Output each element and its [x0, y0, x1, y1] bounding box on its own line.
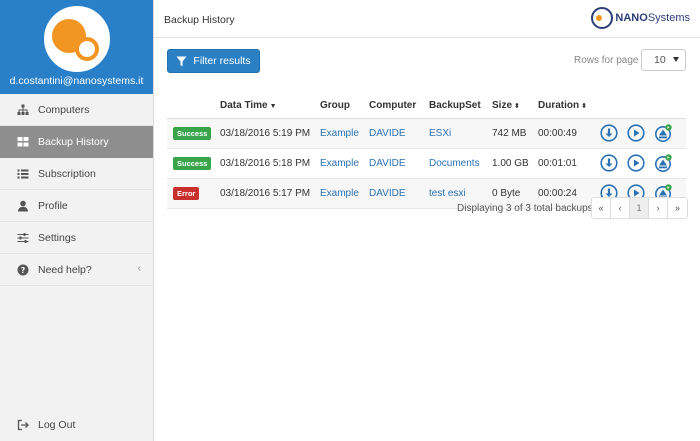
- rows-per-page-select[interactable]: 10: [641, 49, 686, 71]
- table-row: Success 03/18/2016 5:19 PM Example DAVID…: [167, 118, 686, 149]
- profile-panel: d.costantini@nanosystems.it: [0, 0, 153, 94]
- download-icon[interactable]: [600, 154, 618, 172]
- cell-backupset-link[interactable]: ESXi: [429, 118, 492, 149]
- download-icon[interactable]: [600, 124, 618, 142]
- play-icon[interactable]: [627, 154, 645, 172]
- brand-logo: NANO Systems: [591, 7, 690, 29]
- sidebar-item-label: Need help?: [38, 263, 92, 276]
- sign-out-icon: [17, 419, 29, 431]
- sidebar-item-label: Backup History: [38, 135, 109, 148]
- sidebar-item-label: Computers: [38, 103, 90, 116]
- page-current-button[interactable]: 1: [630, 198, 649, 218]
- logout-label: Log Out: [38, 419, 76, 431]
- svg-text:?: ?: [21, 266, 26, 275]
- cell-computer-link[interactable]: DAVIDE: [369, 148, 429, 179]
- column-header-backupset: BackupSet: [429, 96, 492, 119]
- filter-results-label: Filter results: [193, 55, 251, 67]
- sliders-icon: [17, 232, 29, 244]
- sidebar-item-profile[interactable]: Profile: [0, 190, 153, 222]
- question-icon: ?: [17, 264, 29, 276]
- sort-icon: ⬍: [581, 103, 587, 111]
- cell-size: 742 MB: [492, 118, 538, 149]
- page-first-button[interactable]: «: [592, 198, 611, 218]
- column-header-group: Group: [320, 96, 369, 119]
- sidebar-item-need-help[interactable]: ? Need help? ‹: [0, 254, 153, 286]
- cell-group-link[interactable]: Example: [320, 118, 369, 149]
- page-next-button[interactable]: ›: [649, 198, 668, 218]
- pagination: « ‹ 1 › »: [591, 197, 688, 219]
- sitemap-icon: [17, 104, 29, 116]
- backup-history-table: Data Time ▼ Group Computer BackupSet Size…: [167, 96, 686, 209]
- cell-backupset-link[interactable]: Documents: [429, 148, 492, 179]
- column-header-data-time[interactable]: Data Time ▼: [220, 96, 320, 119]
- sidebar: d.costantini@nanosystems.it Computers Ba…: [0, 0, 154, 441]
- column-header-status: [167, 96, 220, 119]
- restore-icon[interactable]: [654, 154, 672, 172]
- sort-desc-icon: ▼: [269, 103, 277, 111]
- restore-icon[interactable]: [654, 124, 672, 142]
- display-count-text: Displaying 3 of 3 total backups: [457, 203, 593, 214]
- cell-computer-link[interactable]: DAVIDE: [369, 178, 429, 209]
- cell-duration: 00:01:01: [538, 148, 600, 179]
- chevron-left-icon: ‹: [137, 263, 141, 274]
- cell-duration: 00:00:49: [538, 118, 600, 149]
- rows-per-page-value: 10: [654, 54, 666, 66]
- cell-datetime: 03/18/2016 5:17 PM: [220, 178, 320, 209]
- logo-mark-icon: [591, 7, 614, 29]
- rows-per-page-label: Rows for page: [574, 55, 639, 66]
- grid-icon: [17, 136, 29, 148]
- sidebar-item-label: Subscription: [38, 167, 96, 180]
- cell-datetime: 03/18/2016 5:19 PM: [220, 118, 320, 149]
- play-icon[interactable]: [627, 124, 645, 142]
- user-icon: [17, 200, 29, 212]
- sidebar-nav: Computers Backup History Subscription Pr…: [0, 94, 153, 286]
- status-badge: Success: [173, 126, 212, 140]
- caret-down-icon: [673, 57, 679, 62]
- cell-group-link[interactable]: Example: [320, 148, 369, 179]
- cell-size: 1.00 GB: [492, 148, 538, 179]
- column-header-actions: [600, 96, 686, 119]
- table-row: Success 03/18/2016 5:18 PM Example DAVID…: [167, 148, 686, 179]
- cell-group-link[interactable]: Example: [320, 178, 369, 209]
- sidebar-item-computers[interactable]: Computers: [0, 94, 153, 126]
- column-header-duration[interactable]: Duration ⬍: [538, 96, 600, 119]
- sidebar-item-backup-history[interactable]: Backup History: [0, 126, 153, 158]
- page-title: Backup History: [164, 14, 235, 26]
- page-last-button[interactable]: »: [668, 198, 687, 218]
- filter-results-button[interactable]: Filter results: [167, 49, 260, 73]
- avatar[interactable]: [44, 6, 110, 72]
- column-header-size[interactable]: Size ⬍: [492, 96, 538, 119]
- page-prev-button[interactable]: ‹: [611, 198, 630, 218]
- status-badge: Success: [173, 156, 212, 170]
- sort-icon: ⬍: [514, 103, 520, 111]
- status-badge: Error: [173, 186, 200, 200]
- funnel-icon: [176, 56, 187, 66]
- table-header-row: Data Time ▼ Group Computer BackupSet Size…: [167, 96, 686, 119]
- sidebar-item-label: Settings: [38, 231, 76, 244]
- sidebar-item-label: Profile: [38, 199, 68, 212]
- cell-datetime: 03/18/2016 5:18 PM: [220, 148, 320, 179]
- cell-computer-link[interactable]: DAVIDE: [369, 118, 429, 149]
- header: Backup History NANO Systems: [154, 0, 700, 38]
- sidebar-item-settings[interactable]: Settings: [0, 222, 153, 254]
- user-email: d.costantini@nanosystems.it: [9, 75, 144, 87]
- logout-button[interactable]: Log Out: [0, 414, 153, 436]
- list-icon: [17, 168, 29, 180]
- sidebar-item-subscription[interactable]: Subscription: [0, 158, 153, 190]
- column-header-computer: Computer: [369, 96, 429, 119]
